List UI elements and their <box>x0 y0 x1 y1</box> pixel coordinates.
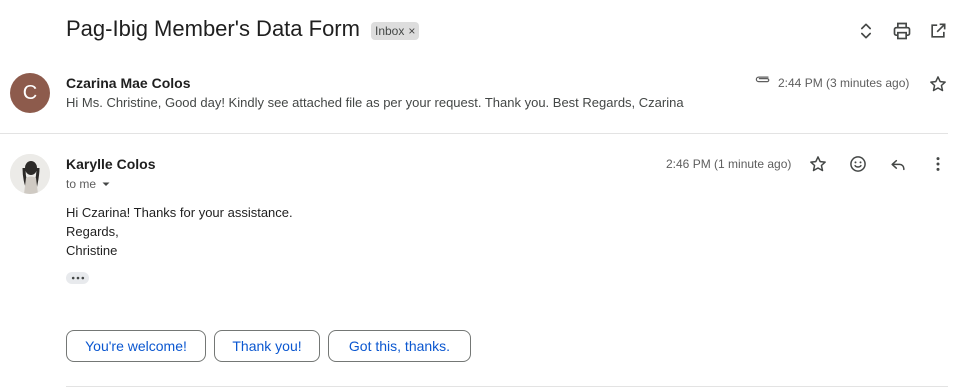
star-icon[interactable] <box>804 150 832 178</box>
message-body-line: Regards, <box>66 224 119 239</box>
ellipsis-icon <box>71 276 84 280</box>
avatar: C <box>10 73 50 113</box>
footer-divider <box>66 386 948 387</box>
more-options-icon[interactable] <box>924 150 952 178</box>
smart-reply-button[interactable]: Thank you! <box>214 330 320 362</box>
message-body-line: Christine <box>66 243 118 258</box>
star-icon[interactable] <box>924 70 952 98</box>
inbox-label-chip[interactable]: Inbox × <box>371 22 420 40</box>
avatar <box>10 154 50 194</box>
message-time: 2:44 PM (3 minutes ago) <box>778 76 910 90</box>
smart-reply-button[interactable]: Got this, thanks. <box>328 330 471 362</box>
chevron-down-icon <box>102 182 110 186</box>
sender-name[interactable]: Czarina Mae Colos <box>66 75 190 91</box>
smart-reply-button[interactable]: You're welcome! <box>66 330 206 362</box>
reply-icon[interactable] <box>884 150 912 178</box>
expand-collapse-icon[interactable] <box>852 17 880 45</box>
message-body-line: Hi Czarina! Thanks for your assistance. <box>66 205 293 220</box>
email-subject: Pag-Ibig Member's Data Form <box>66 16 360 41</box>
remove-label-icon[interactable]: × <box>408 24 415 38</box>
recipient-details-toggle[interactable]: to me <box>66 177 111 191</box>
print-icon[interactable] <box>888 17 916 45</box>
attachment-icon <box>753 72 771 86</box>
message-snippet[interactable]: Hi Ms. Christine, Good day! Kindly see a… <box>66 95 684 110</box>
avatar-letter: C <box>22 81 38 104</box>
message-divider <box>0 133 948 134</box>
emoji-reaction-icon[interactable] <box>844 150 872 178</box>
show-trimmed-content-button[interactable] <box>66 272 89 284</box>
label-chip-text: Inbox <box>375 24 405 38</box>
recipient-text: to me <box>66 177 97 191</box>
message-time: 2:46 PM (1 minute ago) <box>666 157 792 171</box>
open-in-new-window-icon[interactable] <box>924 17 952 45</box>
sender-name[interactable]: Karylle Colos <box>66 156 155 172</box>
